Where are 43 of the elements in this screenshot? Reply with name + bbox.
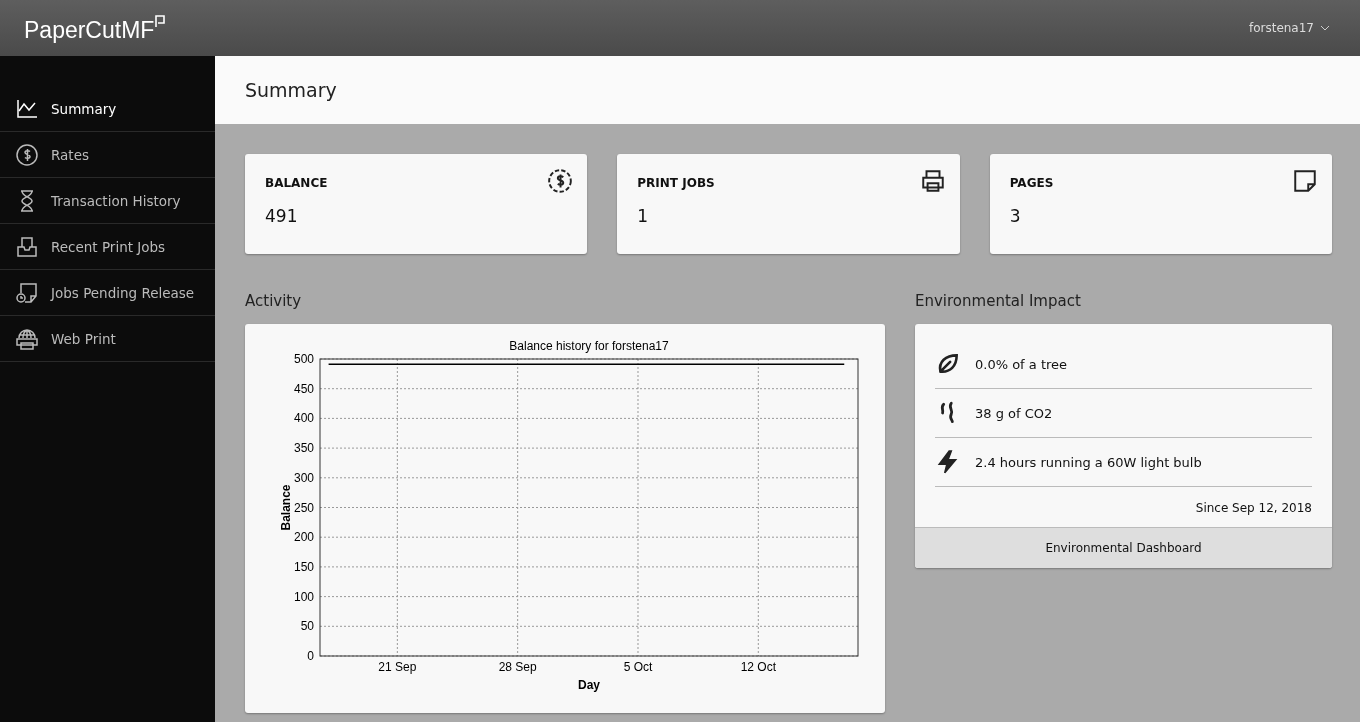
printer-icon [919,168,946,194]
axis-tick-label: 21 Sep [378,660,417,674]
dollar-circle-icon [15,142,39,167]
axis-tick-label: 28 Sep [498,660,537,674]
document-clock-icon [15,280,39,305]
sidebar-item[interactable]: Web Print [0,316,215,362]
axis-tick-label: 5 Oct [623,660,653,674]
axis-tick-label: 450 [293,381,314,396]
axis-tick-label: 100 [293,589,314,604]
papercut-logo: PaperCutMF [24,11,166,45]
caret-icon [1320,25,1330,31]
stat-label: BALANCE [265,176,329,190]
y-axis-title: Balance [279,484,293,531]
dollar-circle-icon [547,168,574,194]
axis-tick-label: 0 [307,649,314,663]
stat-value: 3 [1009,206,1022,226]
axis-tick-label: 400 [293,411,314,426]
inbox-tray-icon [15,234,39,259]
x-axis-title: Day [578,678,600,692]
axis-tick-label: 200 [293,530,314,545]
impact-text: 2.4 hours running a 60W light bulb [975,454,1202,470]
axis-tick-label: 350 [293,441,314,456]
impact-text: 0.0% of a tree [975,356,1068,372]
axis-tick-label: 50 [300,619,314,634]
stat-label: PRINT JOBS [637,176,716,190]
page-title: Summary [215,56,1360,124]
user-menu[interactable]: forstena17 [1248,21,1330,35]
impact-text: 38 g of CO2 [975,405,1053,421]
since-date: Since Sep 12, 2018 [1195,501,1312,515]
chart-title: Balance history for forstena17 [509,339,669,353]
section-heading: Environmental Impact [915,292,1082,310]
environmental-dashboard-button[interactable]: Environmental Dashboard [915,527,1332,568]
section-heading: Activity [245,292,303,310]
axis-tick-label: 300 [293,470,314,485]
stat-label: PAGES [1009,176,1055,190]
axis-tick-label: 500 [293,352,314,366]
stat-value: 491 [265,206,299,226]
page-icon [1292,168,1318,194]
axis-tick-label: 12 Oct [740,660,776,674]
axis-tick-label: 150 [293,559,314,574]
globe-printer-icon [15,326,39,351]
axis-tick-label: 250 [293,500,314,515]
stat-value: 1 [637,206,650,226]
